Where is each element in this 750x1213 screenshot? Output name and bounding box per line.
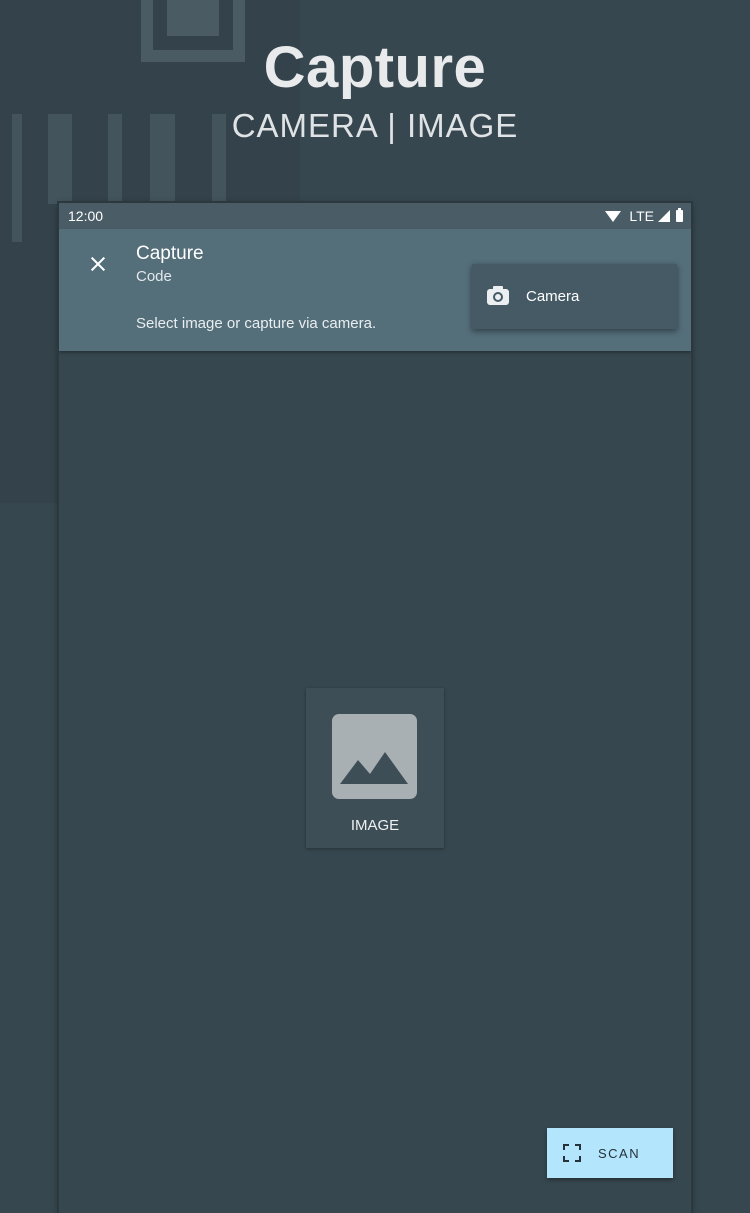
scan-label: SCAN	[598, 1146, 641, 1161]
image-icon	[332, 714, 417, 799]
device-screen: 12:00 LTE Capture Code Select image or c…	[59, 203, 691, 1213]
status-time: 12:00	[68, 208, 104, 224]
status-bar: 12:00 LTE	[59, 203, 691, 229]
image-picker-button[interactable]: IMAGE	[306, 688, 444, 848]
image-label: IMAGE	[350, 817, 400, 834]
promo-subtitle: CAMERA | IMAGE	[231, 107, 519, 144]
camera-icon	[487, 286, 509, 305]
app-bar: Capture Code Select image or capture via…	[59, 229, 691, 351]
promo-title: Capture	[263, 35, 487, 100]
scan-button[interactable]: SCAN	[547, 1128, 673, 1178]
background-square-fill-decoration	[167, 0, 219, 36]
signal-icon	[658, 210, 670, 222]
instruction-text: Select image or capture via camera.	[136, 315, 377, 332]
status-icons: LTE	[605, 208, 683, 224]
close-button[interactable]	[81, 247, 115, 281]
menu-item-camera[interactable]: Camera	[472, 264, 677, 329]
menu-item-label: Camera	[526, 288, 580, 305]
app-subtitle: Code	[136, 268, 172, 285]
wifi-icon	[605, 210, 622, 222]
source-menu: Camera	[472, 264, 677, 329]
app-title: Capture	[136, 243, 204, 264]
network-type: LTE	[629, 208, 654, 224]
close-icon	[81, 247, 115, 281]
scan-frame-icon	[563, 1144, 581, 1162]
battery-icon	[676, 208, 683, 222]
